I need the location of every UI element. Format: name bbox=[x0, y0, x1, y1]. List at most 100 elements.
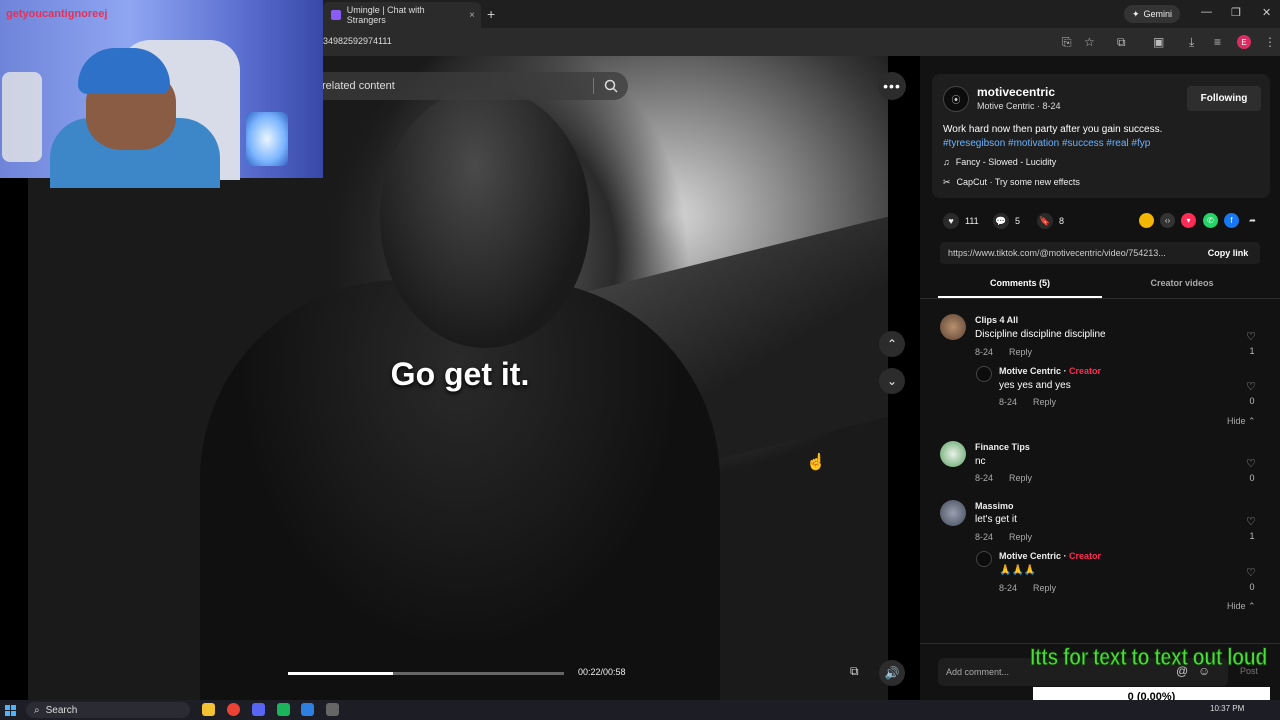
reply-button[interactable]: Reply bbox=[1009, 347, 1032, 357]
profile-avatar[interactable]: E bbox=[1237, 35, 1251, 49]
hide-replies-button[interactable]: Hide ⌃ bbox=[1227, 416, 1256, 427]
reply-button[interactable]: Reply bbox=[1009, 532, 1032, 542]
maximize-button[interactable]: ❐ bbox=[1231, 6, 1241, 19]
sparkle-icon: ✦ bbox=[1132, 8, 1140, 19]
url-text[interactable]: 34982592974111 bbox=[323, 36, 392, 46]
browser-tab[interactable]: Umingle | Chat with Strangers × bbox=[323, 2, 481, 28]
reply-meta: 8-24 Reply bbox=[999, 397, 1056, 407]
reading-list-icon[interactable]: ≡ bbox=[1214, 35, 1221, 49]
like-count: 111 bbox=[965, 216, 979, 226]
comment-text: nc bbox=[975, 456, 986, 467]
comment-author[interactable]: Massimo bbox=[975, 501, 1014, 511]
taskbar-clock: 10:37 PM bbox=[1210, 704, 1245, 713]
umingle-favicon-icon bbox=[331, 10, 341, 20]
embed-icon[interactable]: ‹› bbox=[1160, 213, 1175, 228]
comment-count: 5 bbox=[1015, 216, 1021, 226]
taskbar-search[interactable]: ⌕ Search bbox=[26, 702, 190, 718]
search-placeholder: related content bbox=[322, 80, 395, 92]
whatsapp-icon[interactable]: ✆ bbox=[1203, 213, 1218, 228]
heart-icon: ♥ bbox=[943, 213, 959, 229]
tab-close-icon[interactable]: × bbox=[469, 10, 475, 21]
tab-title: Umingle | Chat with Strangers bbox=[346, 5, 425, 25]
creator-tag: Creator bbox=[1069, 551, 1102, 561]
video-link-field[interactable]: https://www.tiktok.com/@motivecentric/vi… bbox=[940, 242, 1196, 264]
like-button[interactable]: ♥ 111 bbox=[943, 213, 979, 229]
reply-author[interactable]: Motive Centric · Creator bbox=[999, 551, 1101, 561]
file-explorer-icon[interactable] bbox=[202, 703, 215, 716]
comment-author[interactable]: Finance Tips bbox=[975, 442, 1030, 452]
close-window-button[interactable]: ✕ bbox=[1262, 6, 1271, 19]
reply-avatar[interactable] bbox=[976, 551, 992, 567]
discord-icon[interactable] bbox=[252, 703, 265, 716]
following-button[interactable]: Following bbox=[1187, 86, 1261, 111]
install-app-icon[interactable]: ⎘ bbox=[1062, 35, 1072, 50]
capcut-link[interactable]: ✂ CapCut · Try some new effects bbox=[943, 177, 1080, 188]
comment-like-heart-icon[interactable]: ♡ bbox=[1246, 330, 1256, 343]
author-name[interactable]: motivecentric bbox=[977, 85, 1055, 99]
windows-start-icon[interactable] bbox=[5, 705, 16, 716]
bookmark-star-icon[interactable]: ☆ bbox=[1084, 35, 1095, 49]
reply-author[interactable]: Motive Centric · Creator bbox=[999, 366, 1101, 376]
search-icon[interactable] bbox=[603, 78, 619, 94]
video-person-head bbox=[380, 88, 590, 348]
minimize-button[interactable]: — bbox=[1201, 6, 1212, 18]
comment-date: 8-24 bbox=[975, 347, 994, 357]
creator-tag: Creator bbox=[1069, 366, 1102, 376]
kebab-menu-icon[interactable]: ⋮ bbox=[1264, 35, 1276, 49]
reply-button[interactable]: Reply bbox=[1033, 583, 1056, 593]
reply-avatar[interactable] bbox=[976, 366, 992, 382]
save-button[interactable]: 🔖 8 bbox=[1037, 213, 1064, 229]
extensions-icon[interactable]: ⧉ bbox=[1117, 35, 1126, 50]
more-options-button[interactable]: ••• bbox=[878, 72, 906, 100]
volume-button[interactable]: 🔊 bbox=[879, 660, 905, 686]
previous-video-button[interactable]: ⌃ bbox=[879, 331, 905, 357]
send-icon[interactable]: ▾ bbox=[1181, 213, 1196, 228]
comment-meta: 8-24 Reply bbox=[975, 473, 1032, 483]
post-hashtags[interactable]: #tyresegibson #motivation #success #real… bbox=[943, 138, 1150, 149]
video-caption: Go get it. bbox=[390, 356, 530, 392]
reply-button[interactable]: Reply bbox=[1009, 473, 1032, 483]
split-view-icon[interactable]: ▣ bbox=[1153, 35, 1164, 49]
comment-author[interactable]: Clips 4 All bbox=[975, 315, 1018, 325]
new-tab-button[interactable]: + bbox=[487, 6, 495, 22]
comment-button[interactable]: 💬 5 bbox=[993, 213, 1020, 229]
creator-separator: · bbox=[1061, 366, 1070, 376]
comment-avatar[interactable] bbox=[940, 441, 966, 467]
post-music[interactable]: ♫ Fancy - Slowed - Lucidity bbox=[943, 157, 1056, 167]
hide-label: Hide bbox=[1227, 416, 1246, 426]
coin-share-icon[interactable] bbox=[1139, 213, 1154, 228]
tab-creator-videos[interactable]: Creator videos bbox=[1100, 278, 1264, 288]
reply-like-heart-icon[interactable]: ♡ bbox=[1246, 566, 1256, 579]
comment-text: let's get it bbox=[975, 514, 1017, 525]
related-search-input[interactable]: related content bbox=[310, 72, 628, 100]
webcam-figurine bbox=[2, 72, 42, 162]
obs-icon[interactable] bbox=[326, 703, 339, 716]
app-blue-icon[interactable] bbox=[301, 703, 314, 716]
chrome-icon[interactable] bbox=[227, 703, 240, 716]
chevron-up-icon: ⌃ bbox=[1248, 416, 1256, 426]
reply-author-name: Motive Centric bbox=[999, 366, 1062, 376]
download-icon[interactable]: ⤓ bbox=[1189, 35, 1194, 50]
picture-in-picture-icon[interactable]: ⧉ bbox=[850, 664, 870, 682]
app-green-icon[interactable] bbox=[277, 703, 290, 716]
next-video-button[interactable]: ⌄ bbox=[879, 368, 905, 394]
comment-avatar[interactable] bbox=[940, 314, 966, 340]
comment-like-heart-icon[interactable]: ♡ bbox=[1246, 457, 1256, 470]
comment-like-heart-icon[interactable]: ♡ bbox=[1246, 515, 1256, 528]
tab-comments[interactable]: Comments (5) bbox=[938, 278, 1102, 288]
reply-author-name: Motive Centric bbox=[999, 551, 1062, 561]
author-avatar[interactable]: ⦿ bbox=[943, 86, 969, 112]
speaker-icon: 🔊 bbox=[884, 666, 900, 680]
copy-link-button[interactable]: Copy link bbox=[1196, 242, 1260, 264]
facebook-icon[interactable]: f bbox=[1224, 213, 1239, 228]
reply-like-count: 0 bbox=[1249, 582, 1255, 592]
reply-button[interactable]: Reply bbox=[1033, 397, 1056, 407]
comment-date: 8-24 bbox=[975, 532, 994, 542]
save-count: 8 bbox=[1059, 216, 1065, 226]
share-arrow-icon[interactable]: ➦ bbox=[1245, 213, 1260, 228]
comment-avatar[interactable] bbox=[940, 500, 966, 526]
hide-replies-button[interactable]: Hide ⌃ bbox=[1227, 601, 1256, 612]
reply-text: 🙏🙏🙏 bbox=[999, 565, 1037, 576]
gemini-button[interactable]: ✦ Gemini bbox=[1124, 5, 1181, 23]
reply-like-heart-icon[interactable]: ♡ bbox=[1246, 380, 1256, 393]
